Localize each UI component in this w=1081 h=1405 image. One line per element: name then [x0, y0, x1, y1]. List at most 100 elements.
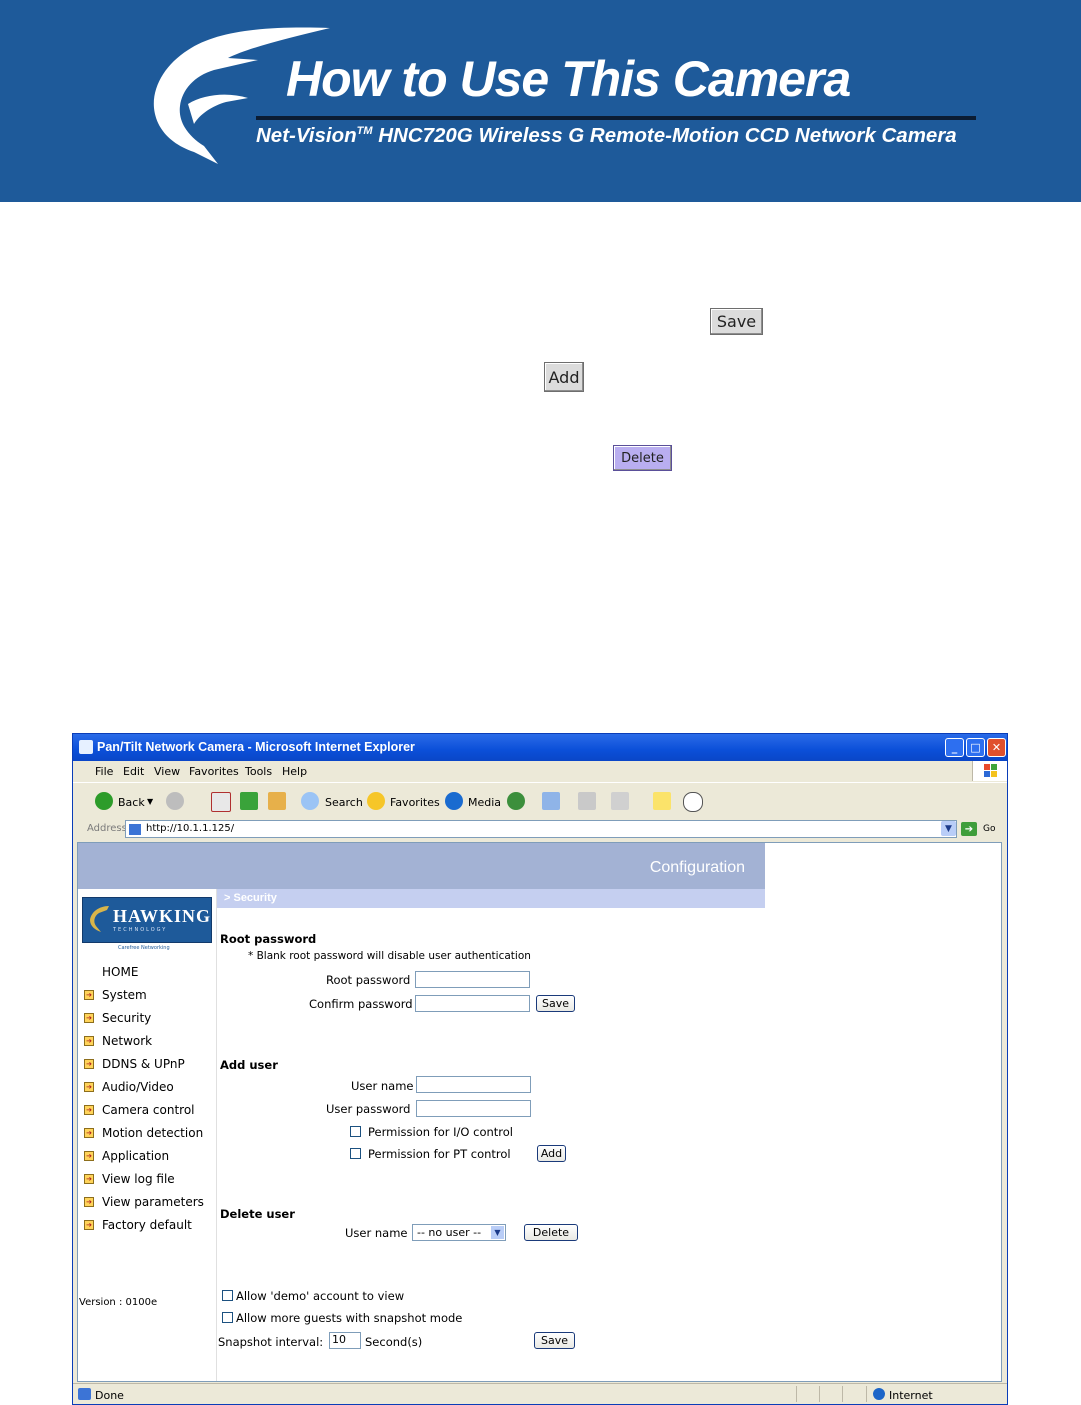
refresh-icon[interactable]	[240, 792, 258, 810]
sidebar-item-home[interactable]: HOME	[82, 963, 212, 983]
sidebar-item-ddns[interactable]: ➔ DDNS & UPnP	[82, 1055, 212, 1075]
sidebar-item-label[interactable]: Security	[102, 1011, 151, 1025]
snapshot-interval-label: Snapshot interval:	[218, 1335, 324, 1349]
configuration-header: Configuration	[78, 843, 765, 889]
sidebar-item-label[interactable]: System	[102, 988, 147, 1002]
messenger-icon[interactable]	[683, 792, 703, 812]
sample-delete-button[interactable]: Delete	[613, 445, 672, 471]
sidebar-item-factory-default[interactable]: ➔ Factory default	[82, 1216, 212, 1236]
subtitle-brand: Net-Vision	[256, 124, 357, 147]
go-label[interactable]: Go	[983, 824, 995, 834]
options-save-button[interactable]: Save	[534, 1332, 575, 1349]
back-dropdown-icon[interactable]: ▼	[147, 797, 153, 806]
sidebar-item-label[interactable]: Network	[102, 1034, 152, 1048]
sample-save-button[interactable]: Save	[710, 308, 763, 335]
ie-icon	[79, 740, 93, 754]
print-icon[interactable]	[578, 792, 596, 810]
media-label[interactable]: Media	[468, 796, 501, 809]
forward-arrow-icon[interactable]	[166, 792, 184, 810]
allow-guests-checkbox[interactable]	[222, 1312, 233, 1323]
sidebar-item-system[interactable]: ➔ System	[82, 986, 212, 1006]
back-label[interactable]: Back	[118, 796, 145, 809]
perm-io-checkbox[interactable]	[350, 1126, 361, 1137]
title-bar: Pan/Tilt Network Camera - Microsoft Inte…	[73, 734, 1007, 761]
status-separator	[819, 1386, 820, 1402]
arrow-right-icon: ➔	[84, 1174, 94, 1184]
chevron-down-icon[interactable]: ▼	[491, 1226, 504, 1239]
logo-tagline: Carefree Networking	[118, 945, 170, 951]
stop-icon[interactable]	[211, 792, 231, 812]
sidebar-item-label[interactable]: Factory default	[102, 1218, 192, 1232]
snapshot-interval-value[interactable]: 10	[332, 1333, 346, 1346]
firmware-version: Version : 0100e	[79, 1297, 158, 1308]
arrow-right-icon: ➔	[84, 1059, 94, 1069]
media-icon[interactable]	[445, 792, 463, 810]
allow-demo-label: Allow 'demo' account to view	[236, 1289, 405, 1303]
sample-add-button[interactable]: Add	[544, 362, 584, 392]
address-dropdown-icon[interactable]: ▼	[941, 821, 956, 836]
arrow-right-icon: ➔	[84, 990, 94, 1000]
sidebar-item-motion-detection[interactable]: ➔ Motion detection	[82, 1124, 212, 1144]
subtitle-model: HNC720G Wireless G Remote-Motion CCD Net…	[372, 124, 957, 147]
sidebar-item-label[interactable]: Application	[102, 1149, 169, 1163]
delete-user-selected[interactable]: -- no user --	[417, 1226, 481, 1239]
sidebar-item-view-parameters[interactable]: ➔ View parameters	[82, 1193, 212, 1213]
delete-user-heading: Delete user	[220, 1207, 295, 1221]
minimize-button[interactable]: _	[945, 738, 964, 757]
perm-pt-checkbox[interactable]	[350, 1148, 361, 1159]
header-banner: How to Use This Camera Net-VisionTM HNC7…	[0, 0, 1081, 202]
address-url[interactable]: http://10.1.1.125/	[146, 823, 234, 834]
discuss-icon[interactable]	[653, 792, 671, 810]
menu-view[interactable]: View	[154, 765, 180, 778]
sidebar-item-label[interactable]: Motion detection	[102, 1126, 203, 1140]
home-icon[interactable]	[268, 792, 286, 810]
maximize-button[interactable]: □	[966, 738, 985, 757]
sidebar-item-security[interactable]: ➔ Security	[82, 1009, 212, 1029]
confirm-password-input[interactable]	[415, 995, 530, 1012]
back-arrow-icon[interactable]	[95, 792, 113, 810]
delete-user-select[interactable]: -- no user -- ▼	[412, 1224, 506, 1241]
allow-demo-checkbox[interactable]	[222, 1290, 233, 1301]
sidebar-item-label[interactable]: DDNS & UPnP	[102, 1057, 185, 1071]
mail-icon[interactable]	[542, 792, 560, 810]
menu-file[interactable]: File	[95, 765, 113, 778]
perm-io-label: Permission for I/O control	[368, 1125, 513, 1139]
root-save-button[interactable]: Save	[536, 995, 575, 1012]
edit-icon[interactable]	[611, 792, 629, 810]
allow-guests-label: Allow more guests with snapshot mode	[236, 1311, 463, 1325]
sidebar-item-label[interactable]: View parameters	[102, 1195, 204, 1209]
menu-edit[interactable]: Edit	[123, 765, 144, 778]
add-user-button[interactable]: Add	[537, 1145, 566, 1162]
snapshot-interval-input[interactable]: 10	[329, 1332, 361, 1349]
sidebar-item-application[interactable]: ➔ Application	[82, 1147, 212, 1167]
menu-favorites[interactable]: Favorites	[189, 765, 239, 778]
sidebar-item-label[interactable]: Audio/Video	[102, 1080, 174, 1094]
address-input[interactable]: http://10.1.1.125/	[125, 820, 957, 838]
sidebar-item-network[interactable]: ➔ Network	[82, 1032, 212, 1052]
security-form: Root password * Blank root password will…	[216, 908, 765, 1381]
search-icon[interactable]	[301, 792, 319, 810]
root-password-input[interactable]	[415, 971, 530, 988]
add-user-heading: Add user	[220, 1058, 278, 1072]
menu-tools[interactable]: Tools	[245, 765, 272, 778]
sidebar-item-audio-video[interactable]: ➔ Audio/Video	[82, 1078, 212, 1098]
history-icon[interactable]	[507, 792, 525, 810]
root-password-heading: Root password	[220, 932, 317, 946]
sidebar-item-camera-control[interactable]: ➔ Camera control	[82, 1101, 212, 1121]
sidebar-item-view-log[interactable]: ➔ View log file	[82, 1170, 212, 1190]
root-password-note: * Blank root password will disable user …	[248, 950, 531, 962]
add-user-name-input[interactable]	[416, 1076, 531, 1093]
add-user-password-input[interactable]	[416, 1100, 531, 1117]
go-arrow-icon[interactable]: ➔	[961, 822, 977, 836]
close-button[interactable]: ✕	[987, 738, 1006, 757]
sidebar-item-label[interactable]: Camera control	[102, 1103, 195, 1117]
favorites-star-icon[interactable]	[367, 792, 385, 810]
menu-help[interactable]: Help	[282, 765, 307, 778]
sidebar-item-label[interactable]: View log file	[102, 1172, 175, 1186]
arrow-right-icon: ➔	[84, 1128, 94, 1138]
hawking-logo: HAWKING TECHNOLOGY	[82, 897, 212, 943]
search-label[interactable]: Search	[325, 796, 363, 809]
favorites-label[interactable]: Favorites	[390, 796, 440, 809]
delete-user-button[interactable]: Delete	[524, 1224, 578, 1241]
sidebar-item-label[interactable]: HOME	[102, 965, 138, 979]
